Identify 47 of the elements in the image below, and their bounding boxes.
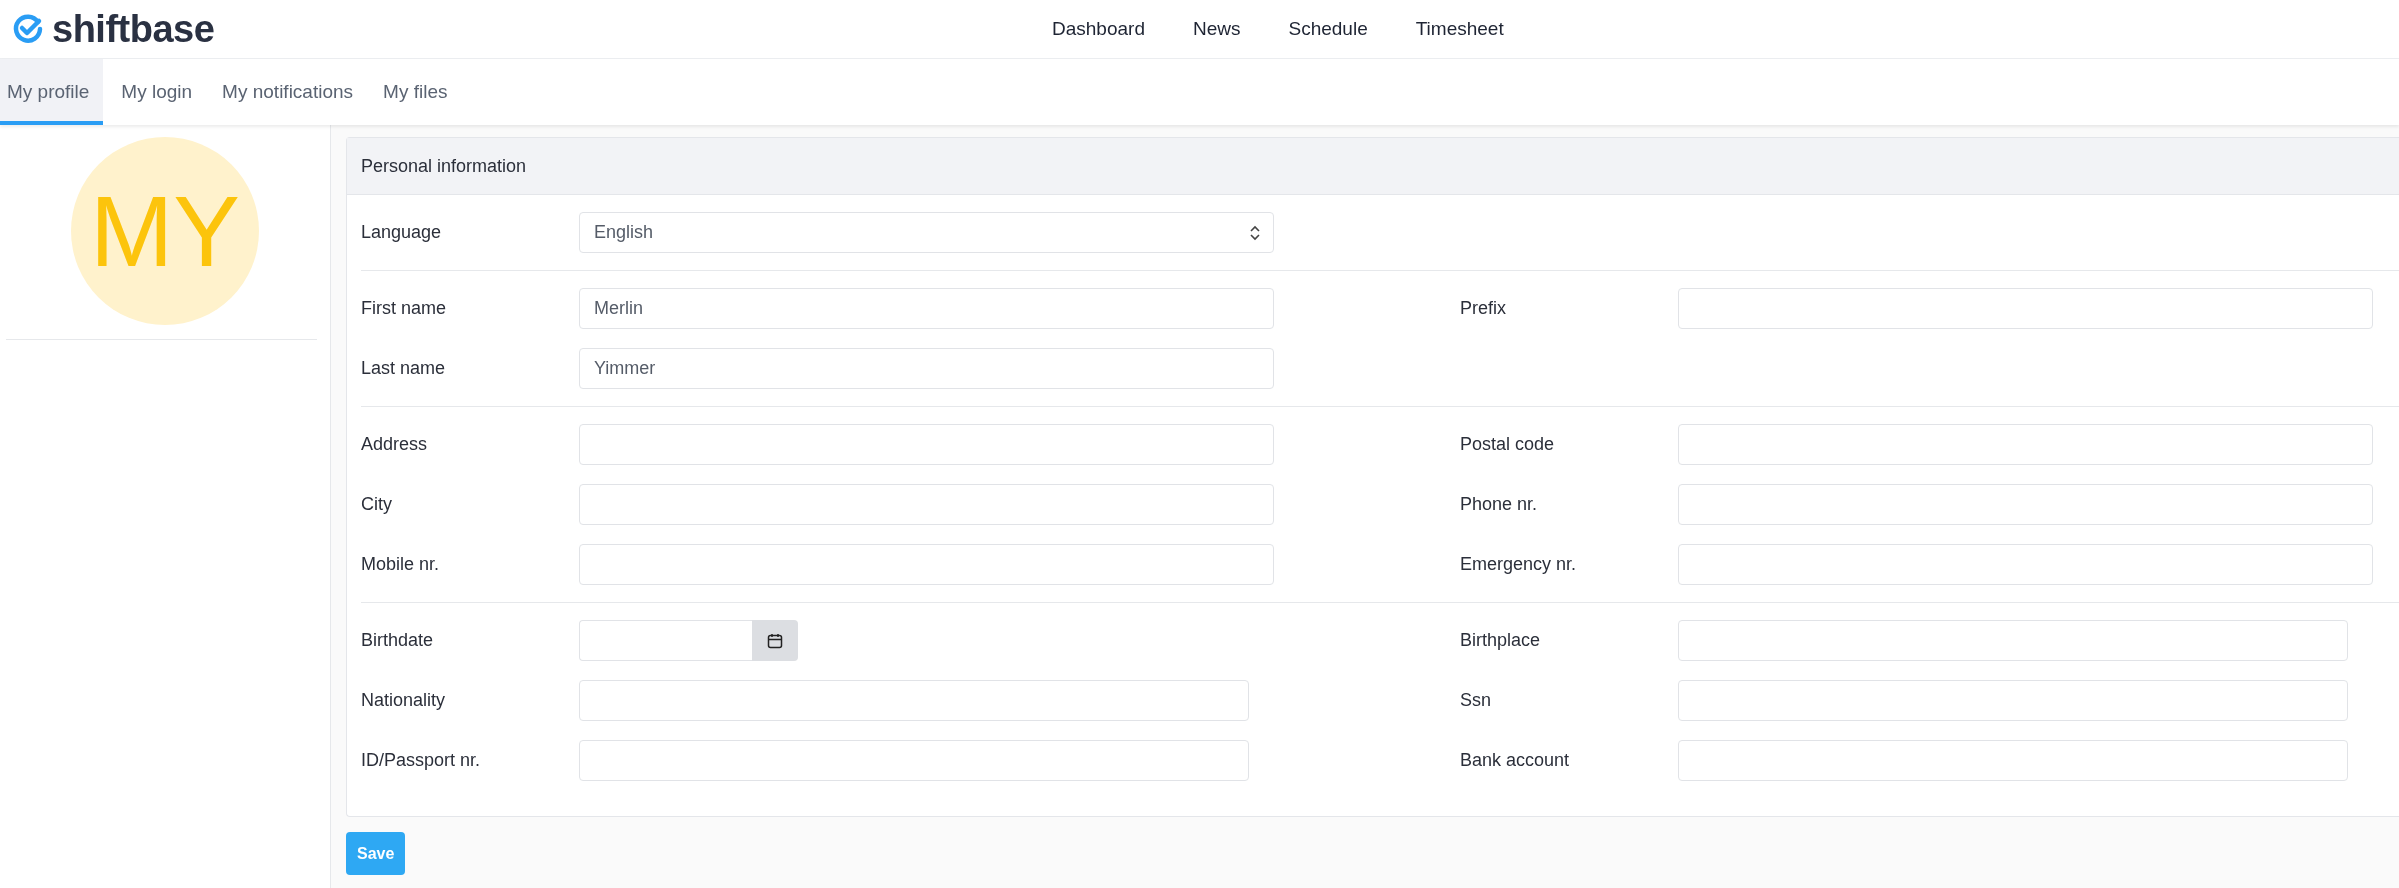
text-input[interactable]: [1678, 288, 2373, 329]
text-input[interactable]: Yimmer: [579, 348, 1274, 389]
text-input[interactable]: [1678, 620, 2348, 661]
field-label: Birthdate: [361, 630, 435, 651]
text-input[interactable]: [1678, 544, 2373, 585]
text-input[interactable]: [1678, 424, 2373, 465]
field-label: Last name: [361, 358, 447, 379]
calendar-button[interactable]: [752, 620, 798, 661]
nav-link[interactable]: Timesheet: [1415, 18, 1504, 40]
field-label: ID/Passport nr.: [361, 750, 482, 771]
text-input[interactable]: [1678, 680, 2348, 721]
field-label: Address: [361, 434, 429, 455]
text-input[interactable]: [579, 680, 1249, 721]
text-input[interactable]: [579, 484, 1274, 525]
profile-tab[interactable]: My profile: [0, 59, 104, 125]
chevron-updown-icon: [1249, 224, 1261, 241]
logo-text: shiftbase: [52, 7, 215, 51]
profile-tab[interactable]: My notifications: [210, 59, 366, 125]
field-label: Ssn: [1460, 690, 1493, 711]
calendar-icon: [766, 631, 784, 650]
date-input[interactable]: [579, 620, 752, 661]
check-circle-logo-icon: [12, 13, 44, 45]
avatar-initials: MY: [71, 137, 259, 325]
language-select[interactable]: English: [579, 212, 1274, 253]
field-label: Bank account: [1460, 750, 1571, 771]
text-input[interactable]: [579, 424, 1274, 465]
card-title: Personal information: [347, 138, 2399, 195]
field-label: City: [361, 494, 393, 515]
nav-link[interactable]: Dashboard: [1052, 18, 1145, 40]
text-input[interactable]: [1678, 740, 2348, 781]
text-input[interactable]: Merlin: [579, 288, 1274, 329]
field-label: Phone nr.: [1460, 494, 1539, 515]
field-label: First name: [361, 298, 448, 319]
field-label: Emergency nr.: [1460, 554, 1578, 575]
text-input[interactable]: [579, 544, 1274, 585]
nav-link[interactable]: Schedule: [1288, 18, 1368, 40]
profile-tab[interactable]: My files: [371, 59, 460, 125]
field-label: Birthplace: [1460, 630, 1542, 651]
field-label: Language: [361, 222, 443, 243]
field-label: Postal code: [1460, 434, 1556, 455]
field-label: Prefix: [1460, 298, 1507, 319]
text-input[interactable]: [579, 740, 1249, 781]
field-label: Mobile nr.: [361, 554, 441, 575]
nav-link[interactable]: News: [1192, 18, 1241, 40]
profile-tab[interactable]: My login: [109, 59, 205, 125]
field-label: Nationality: [361, 690, 447, 711]
text-input[interactable]: [1678, 484, 2373, 525]
